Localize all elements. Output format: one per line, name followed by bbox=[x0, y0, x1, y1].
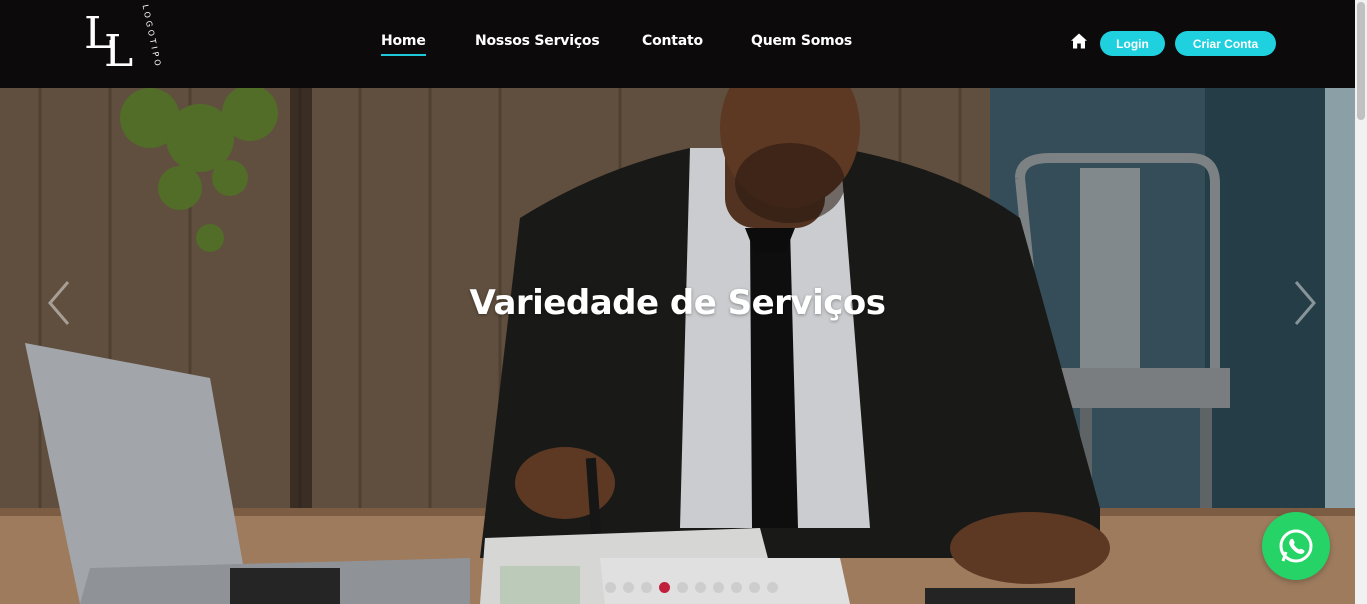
hero-carousel: Variedade de Serviços bbox=[0, 88, 1355, 604]
signup-button[interactable]: Criar Conta bbox=[1175, 31, 1276, 56]
hero-title: Variedade de Serviços bbox=[469, 283, 886, 323]
hero-background-photo bbox=[0, 88, 1355, 604]
nav-contato[interactable]: Contato bbox=[642, 33, 703, 49]
whatsapp-button[interactable] bbox=[1262, 512, 1330, 580]
carousel-dot[interactable] bbox=[731, 582, 742, 593]
navbar: L L LOGOTIPO Home Nossos Serviços Contat… bbox=[0, 0, 1355, 88]
logo-letter-second: L bbox=[104, 26, 134, 77]
carousel-dot[interactable] bbox=[749, 582, 760, 593]
page-scrollbar[interactable] bbox=[1355, 0, 1367, 604]
carousel-dot[interactable] bbox=[659, 582, 670, 593]
home-icon[interactable] bbox=[1070, 32, 1088, 50]
logo[interactable]: L L LOGOTIPO bbox=[84, 3, 163, 84]
whatsapp-icon bbox=[1279, 529, 1313, 563]
logo-word: LOGOTIPO bbox=[140, 3, 163, 70]
scrollbar-thumb[interactable] bbox=[1357, 2, 1365, 120]
carousel-dot[interactable] bbox=[623, 582, 634, 593]
nav-nossos-servicos[interactable]: Nossos Serviços bbox=[475, 33, 600, 49]
chevron-right-icon[interactable] bbox=[1290, 278, 1320, 328]
carousel-dot[interactable] bbox=[713, 582, 724, 593]
carousel-dot[interactable] bbox=[767, 582, 778, 593]
login-button[interactable]: Login bbox=[1100, 31, 1165, 56]
carousel-dot[interactable] bbox=[605, 582, 616, 593]
chevron-left-icon[interactable] bbox=[44, 278, 74, 328]
carousel-dot[interactable] bbox=[641, 582, 652, 593]
carousel-dot[interactable] bbox=[677, 582, 688, 593]
nav-quem-somos[interactable]: Quem Somos bbox=[751, 33, 852, 49]
nav-home[interactable]: Home bbox=[381, 33, 426, 56]
carousel-dot[interactable] bbox=[695, 582, 706, 593]
